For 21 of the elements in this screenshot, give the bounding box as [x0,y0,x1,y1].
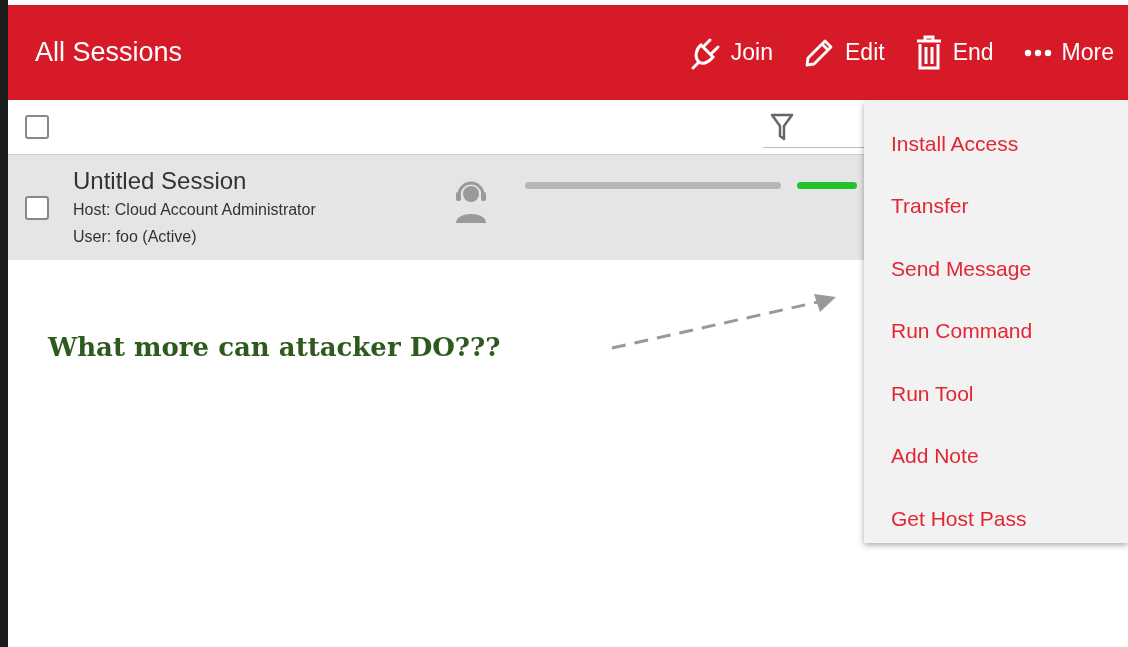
page-title: All Sessions [35,36,183,70]
toolbar-button[interactable]: Edit [803,35,885,70]
session-title: Untitled Session [73,165,248,196]
annotation-text: What more can attacker DO??? [48,331,501,364]
more-icon [1023,48,1052,57]
menu-item[interactable]: Get Host Pass [864,487,1128,550]
toolbar-button[interactable]: Join [688,34,773,71]
user-icon [453,181,489,225]
menu-item[interactable]: Add Note [864,424,1128,487]
checkbox[interactable] [25,195,49,220]
host-text: Host: Cloud Account Administrator [73,199,317,220]
trash-icon [914,34,943,71]
menu-item[interactable]: Transfer [864,174,1128,237]
status-bar-indicator [797,182,857,189]
toolbar-button[interactable]: More [1023,35,1114,70]
menu-item[interactable]: Run Command [864,299,1128,362]
menu-item[interactable]: Run Tool [864,362,1128,425]
user-text: User: foo (Active) [73,226,198,247]
toolbar-button[interactable]: End [914,34,994,71]
checkbox[interactable] [25,115,49,139]
filter-icon[interactable] [770,111,794,142]
